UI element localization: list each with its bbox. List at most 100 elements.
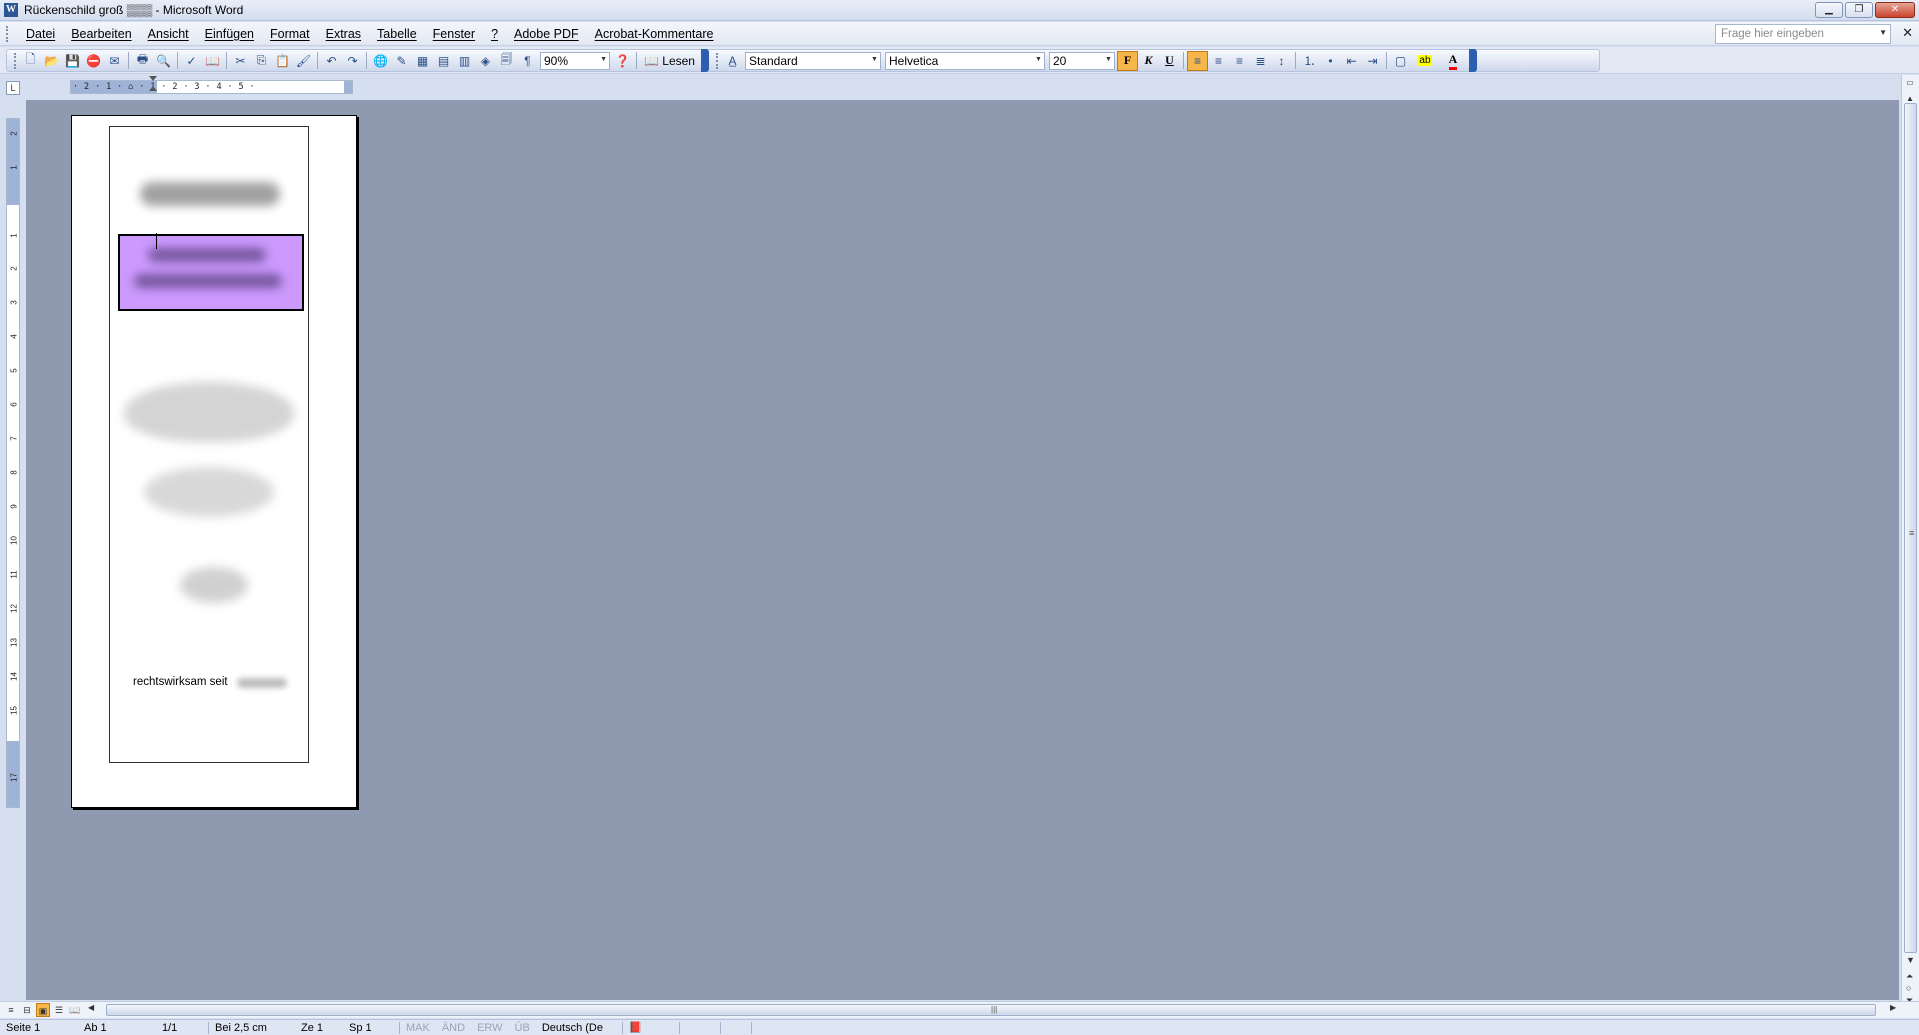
font-combo[interactable]: Helvetica ▼	[884, 51, 1045, 70]
highlighted-title-block[interactable]	[118, 234, 304, 311]
menu-format[interactable]: Format	[262, 27, 318, 41]
open-folder-icon[interactable]: 📂	[41, 51, 62, 71]
vertical-scrollbar[interactable]: ▭ ▲ ≡ ▼ ⏶ ○ ⏷	[1901, 75, 1919, 1005]
zoom-combo[interactable]: 90% ▼	[540, 51, 610, 70]
read-button[interactable]: 📖 Lesen	[640, 54, 699, 68]
horizontal-scroll-thumb[interactable]: |||	[106, 1004, 1876, 1016]
decrease-indent-icon[interactable]: ⇤	[1341, 51, 1362, 71]
horizontal-ruler[interactable]: · 2 · 1 · ⌂ · 1 · 2 · 3 · 4 · 5 ·	[70, 80, 353, 94]
minimize-button[interactable]: ▁	[1815, 2, 1843, 18]
status-extend[interactable]: ERW	[471, 1022, 508, 1034]
bullets-icon[interactable]: •	[1320, 51, 1341, 71]
toolbar-grip[interactable]	[715, 52, 719, 69]
browse-object-icon[interactable]: ○	[1906, 983, 1911, 993]
underline-button[interactable]: U	[1159, 51, 1180, 71]
spelling-status-icon[interactable]: 📕	[623, 1021, 649, 1034]
menu-tabelle[interactable]: Tabelle	[369, 27, 425, 41]
toolbar-options-icon[interactable]	[1468, 49, 1477, 72]
undo-icon[interactable]: ↶	[321, 51, 342, 71]
cut-icon[interactable]: ✂	[230, 51, 251, 71]
scroll-right-icon[interactable]: ▶	[1890, 1003, 1896, 1012]
print-layout-icon[interactable]: ▣	[36, 1003, 50, 1017]
previous-page-icon[interactable]: ⏶	[1906, 971, 1913, 982]
chevron-down-icon[interactable]: ▼	[600, 56, 607, 63]
chevron-down-icon[interactable]: ▼	[1879, 28, 1887, 37]
menu-acrobat-kommentare[interactable]: Acrobat-Kommentare	[587, 27, 722, 41]
tab-selector-icon[interactable]: L	[6, 81, 20, 95]
status-macro-record[interactable]: MAK	[400, 1022, 436, 1034]
paste-icon[interactable]: 📋	[272, 51, 293, 71]
menu-extras[interactable]: Extras	[318, 27, 369, 41]
print-icon[interactable]: 🖶	[132, 51, 153, 71]
vertical-scroll-thumb[interactable]: ≡	[1904, 103, 1917, 953]
borders-icon[interactable]: ▢	[1390, 51, 1411, 71]
research-icon[interactable]: 📖	[202, 51, 223, 71]
menu-grip[interactable]	[6, 25, 10, 42]
permission-icon[interactable]: ⛔	[83, 51, 104, 71]
font-color-icon[interactable]: A	[1439, 51, 1467, 71]
spine-label-frame[interactable]: rechtswirksam seit	[109, 126, 309, 763]
tables-borders-icon[interactable]: ✎	[391, 51, 412, 71]
align-left-icon[interactable]: ≡	[1186, 50, 1208, 71]
columns-icon[interactable]: ▥	[454, 51, 475, 71]
document-workarea[interactable]: rechtswirksam seit	[26, 100, 1899, 1000]
outline-view-icon[interactable]: ☰	[52, 1003, 66, 1017]
scroll-down-icon[interactable]: ▼	[1906, 955, 1915, 965]
ruler-toggle-icon[interactable]: ▭	[1902, 75, 1918, 91]
status-language[interactable]: Deutsch (De	[536, 1022, 622, 1034]
redo-icon[interactable]: ↷	[342, 51, 363, 71]
styles-formatting-icon[interactable]: A̲	[722, 51, 743, 71]
document-map-icon[interactable]: 🗐	[496, 51, 517, 71]
chevron-down-icon[interactable]: ▼	[1035, 56, 1042, 63]
document-close-icon[interactable]: ✕	[1902, 25, 1913, 41]
menu-datei[interactable]: Datei	[18, 27, 63, 41]
show-hide-icon[interactable]: ¶	[517, 51, 538, 71]
justify-icon[interactable]: ≣	[1250, 51, 1271, 71]
restore-button[interactable]: ❐	[1845, 2, 1873, 18]
style-combo[interactable]: Standard ▼	[744, 51, 881, 70]
web-layout-icon[interactable]: ⊟	[20, 1003, 34, 1017]
status-track-changes[interactable]: ÄND	[436, 1022, 471, 1034]
email-icon[interactable]: ✉	[104, 51, 125, 71]
highlight-icon[interactable]: ab	[1411, 51, 1439, 71]
menu-help[interactable]: ?	[483, 27, 506, 41]
increase-indent-icon[interactable]: ⇥	[1362, 51, 1383, 71]
numbering-icon[interactable]: ⒈	[1299, 51, 1320, 71]
menu-bearbeiten[interactable]: Bearbeiten	[63, 27, 139, 41]
format-painter-icon[interactable]: 🖌	[293, 51, 314, 71]
hanging-indent-icon[interactable]	[149, 86, 157, 91]
scroll-left-icon[interactable]: ◀	[88, 1003, 94, 1012]
bold-button[interactable]: F	[1116, 50, 1138, 71]
font-size-combo[interactable]: 20 ▼	[1048, 51, 1115, 70]
document-page[interactable]: rechtswirksam seit	[71, 115, 357, 808]
normal-view-icon[interactable]: ≡	[4, 1003, 18, 1017]
line-spacing-icon[interactable]: ↕	[1271, 51, 1292, 71]
toolbar-grip[interactable]	[14, 52, 17, 69]
drawing-icon[interactable]: ◈	[475, 51, 496, 71]
help-icon[interactable]: ❓	[612, 51, 633, 71]
italic-button[interactable]: K	[1138, 51, 1159, 71]
word-app-icon[interactable]: W	[4, 3, 18, 17]
align-center-icon[interactable]: ≡	[1208, 51, 1229, 71]
vertical-ruler[interactable]: 2 1 1 2 3 4 5 6 7 8 9 10 11 12 13 14 15 …	[6, 118, 20, 808]
copy-icon[interactable]: ⎘	[251, 51, 272, 71]
close-button[interactable]: ✕	[1875, 2, 1915, 18]
insert-excel-icon[interactable]: ▤	[433, 51, 454, 71]
chevron-down-icon[interactable]: ▼	[1105, 56, 1112, 63]
insert-table-icon[interactable]: ▦	[412, 51, 433, 71]
menu-fenster[interactable]: Fenster	[425, 27, 483, 41]
menu-einfuegen[interactable]: Einfügen	[197, 27, 262, 41]
toolbar-options-icon[interactable]	[700, 49, 709, 72]
menu-adobe-pdf[interactable]: Adobe PDF	[506, 27, 587, 41]
first-line-indent-icon[interactable]	[149, 76, 157, 81]
reading-layout-icon[interactable]: 📖	[68, 1003, 82, 1017]
spelling-icon[interactable]: ✓	[181, 51, 202, 71]
save-icon[interactable]: 💾	[62, 51, 83, 71]
hyperlink-icon[interactable]: 🌐	[370, 51, 391, 71]
status-overtype[interactable]: ÜB	[509, 1022, 536, 1034]
menu-ansicht[interactable]: Ansicht	[140, 27, 197, 41]
horizontal-scroll-track[interactable]: |||	[96, 1003, 1886, 1017]
help-search-input[interactable]: Frage hier eingeben ▼	[1715, 24, 1891, 44]
print-preview-icon[interactable]: 🔍	[153, 51, 174, 71]
new-document-icon[interactable]: 🗋	[20, 51, 41, 71]
